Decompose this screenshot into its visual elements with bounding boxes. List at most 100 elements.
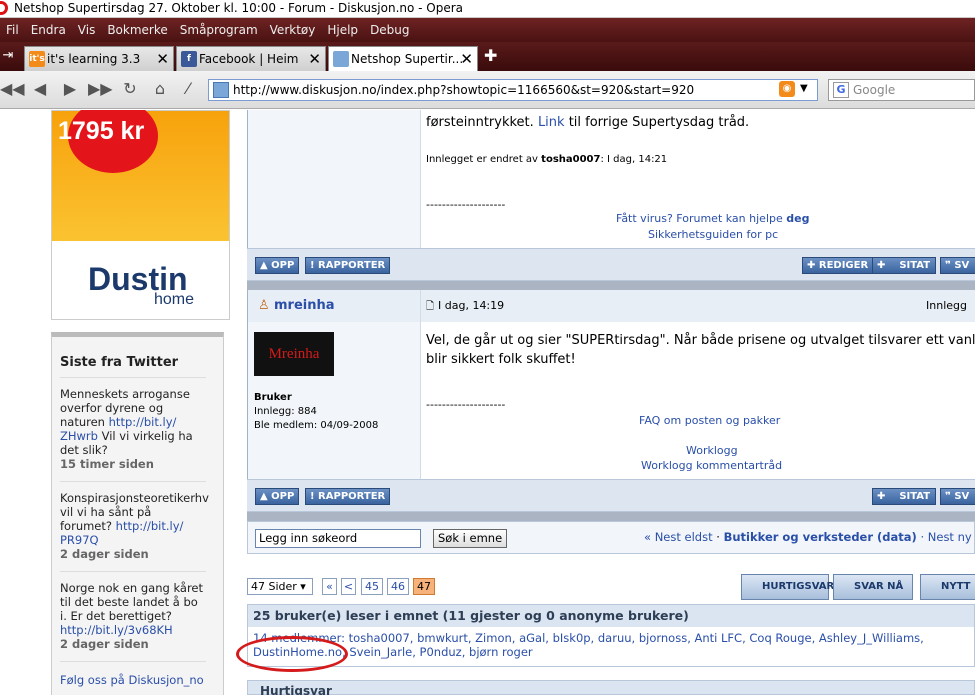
close-tab-icon[interactable]: ✕ bbox=[460, 47, 473, 71]
reply-button[interactable]: ❞ SV bbox=[940, 257, 975, 274]
quick-reply-header: Hurtigsvar bbox=[247, 680, 975, 695]
rewind-icon[interactable]: ◀◀ bbox=[0, 79, 25, 98]
prev-topic-link[interactable]: « Nest eldst bbox=[644, 530, 713, 544]
quick-reply-button[interactable]: HURTIGSVAR bbox=[741, 574, 834, 600]
page-favicon-icon bbox=[213, 82, 229, 98]
search-placeholder: Google bbox=[853, 83, 896, 97]
post2-author[interactable]: mreinha bbox=[274, 298, 335, 313]
post2-button-bar: ▲ OPP ! RAPPORTER ✚ SITAT ❞ SV bbox=[247, 479, 975, 512]
post-separator bbox=[247, 512, 975, 521]
post2-date: I dag, 14:19 bbox=[438, 299, 505, 312]
tweet-time: 2 dager siden bbox=[60, 547, 149, 561]
up-label: OPP bbox=[271, 491, 295, 502]
menu-endra[interactable]: Endra bbox=[25, 23, 72, 37]
rss-feed-icon[interactable]: ◉ bbox=[779, 81, 795, 97]
edit-button[interactable]: ✚ REDIGER bbox=[802, 257, 874, 274]
post2-author-header: ♙ mreinha bbox=[247, 290, 420, 322]
post2-sig-link2[interactable]: Worklogg bbox=[686, 444, 738, 457]
navigation-bar: ◀◀ ◀ ▶ ▶▶ ↻ ⌂ ⁄ http://www.diskusjon.no/… bbox=[0, 71, 975, 109]
tweet-time: 2 dager siden bbox=[60, 637, 149, 651]
tweet-link[interactable]: http://bit.ly/3v68KH bbox=[60, 623, 173, 637]
menu-debug[interactable]: Debug bbox=[364, 23, 415, 37]
new-topic-label: NYTT bbox=[941, 581, 971, 592]
fast-forward-icon[interactable]: ▶▶ bbox=[88, 79, 113, 98]
edited-when: : I dag, 14:21 bbox=[600, 154, 668, 165]
post1-sig-line1[interactable]: Fått virus? Forumet kan hjelpe deg bbox=[616, 212, 809, 225]
menu-fil[interactable]: Fil bbox=[0, 23, 25, 37]
tab-label: Facebook | Heim bbox=[199, 52, 299, 66]
ad-price: 1795 kr bbox=[58, 117, 145, 145]
up-label: OPP bbox=[271, 260, 295, 271]
pages-dropdown[interactable]: 47 Sider ▾ bbox=[247, 578, 313, 595]
reload-icon[interactable]: ↻ bbox=[118, 79, 142, 98]
divider bbox=[60, 377, 206, 378]
menu-smaprogram[interactable]: Småprogram bbox=[174, 23, 264, 37]
page-viewport: 1795 kr Dustin home Siste fra Twitter Me… bbox=[0, 110, 975, 695]
topic-search-input[interactable]: Legg inn søkeord bbox=[255, 529, 421, 548]
forum-link[interactable]: Butikker og verksteder (data) bbox=[724, 530, 917, 544]
post2-avatar[interactable]: Mreinha bbox=[254, 332, 334, 376]
edit-label: REDIGER bbox=[818, 260, 869, 271]
quick-reply-label: HURTIGSVAR bbox=[762, 581, 835, 592]
prev-page-button[interactable]: < bbox=[341, 578, 356, 595]
report-button[interactable]: ! RAPPORTER bbox=[305, 257, 391, 274]
first-page-button[interactable]: « bbox=[322, 578, 337, 595]
twitter-follow-link[interactable]: Følg oss på Diskusjon_no bbox=[60, 673, 206, 687]
search-field[interactable]: G Google bbox=[828, 79, 975, 101]
post1-text-tail: førsteinntrykket. bbox=[426, 115, 534, 130]
address-dropdown-icon[interactable]: ▼ bbox=[800, 83, 808, 94]
tab-its-learning[interactable]: it's it's learning 3.3 ✕ bbox=[24, 46, 174, 71]
post1-body: førsteinntrykket. Link til forrige Super… bbox=[420, 110, 975, 248]
quote-button[interactable]: ✚ SITAT bbox=[872, 488, 936, 505]
up-button[interactable]: ▲ OPP bbox=[255, 257, 300, 274]
back-icon[interactable]: ◀ bbox=[28, 79, 52, 98]
topic-nav: « Nest eldst · Butikker og verksteder (d… bbox=[644, 530, 972, 544]
menu-vis[interactable]: Vis bbox=[72, 23, 102, 37]
tab-netshop[interactable]: Netshop Supertir... ✕ bbox=[328, 46, 478, 71]
menu-verktoy[interactable]: Verktøy bbox=[264, 23, 322, 37]
reply-now-button[interactable]: SVAR NÅ bbox=[833, 574, 913, 600]
report-button[interactable]: ! RAPPORTER bbox=[305, 488, 391, 505]
sig-link-bold[interactable]: deg bbox=[786, 212, 809, 225]
post2-sig-link1[interactable]: FAQ om posten og pakker bbox=[639, 414, 780, 427]
search-topic-button[interactable]: Søk i emne bbox=[433, 529, 508, 548]
close-tab-icon[interactable]: ✕ bbox=[156, 47, 169, 71]
post2-sig-divider: -------------------- bbox=[426, 398, 506, 411]
tweet-time: 15 timer siden bbox=[60, 457, 154, 471]
readers-list-line1[interactable]: 14 medlemmer: tosha0007, bmwkurt, Zimon,… bbox=[253, 631, 924, 645]
up-button[interactable]: ▲ OPP bbox=[255, 488, 300, 505]
menu-bokmerke[interactable]: Bokmerke bbox=[101, 23, 173, 37]
post1-link[interactable]: Link bbox=[538, 115, 565, 130]
home-icon[interactable]: ⌂ bbox=[148, 79, 172, 98]
dustin-ad-banner[interactable]: 1795 kr Dustin home bbox=[51, 110, 230, 320]
page-46-button[interactable]: 46 bbox=[387, 578, 409, 595]
ad-brand-sub: home bbox=[154, 291, 195, 308]
close-tab-icon[interactable]: ✕ bbox=[308, 47, 321, 71]
post1-edited-note: Innlegget er endret av tosha0007: I dag,… bbox=[426, 154, 667, 165]
reply-now-label: SVAR NÅ bbox=[854, 581, 904, 592]
address-field[interactable]: http://www.diskusjon.no/index.php?showto… bbox=[208, 79, 818, 101]
user-icon: ♙ bbox=[258, 298, 270, 313]
ad-top: 1795 kr bbox=[52, 110, 229, 241]
tweet-item: Konspirasjonsteoretikerhv vil vi ha sånt… bbox=[60, 491, 209, 561]
menu-hjelp[interactable]: Hjelp bbox=[321, 23, 364, 37]
page-45-button[interactable]: 45 bbox=[361, 578, 383, 595]
post1-author-column bbox=[247, 110, 420, 248]
sig-link[interactable]: Fått virus? Forumet kan hjelpe bbox=[616, 212, 783, 225]
post2-sig-link3[interactable]: Worklogg kommentartråd bbox=[641, 459, 782, 472]
new-topic-button[interactable]: NYTT bbox=[920, 574, 975, 600]
quote-button[interactable]: ✚ SITAT bbox=[872, 257, 936, 274]
next-topic-link[interactable]: · Nest ny bbox=[920, 530, 971, 544]
reply-label: SV bbox=[954, 491, 970, 502]
tab-label: it's learning 3.3 bbox=[47, 52, 141, 66]
forward-icon[interactable]: ▶ bbox=[58, 79, 82, 98]
tab-facebook[interactable]: f Facebook | Heim ✕ bbox=[176, 46, 326, 71]
wand-icon[interactable]: ⁄ bbox=[176, 79, 200, 98]
post2-body-line2: blir sikkert folk skuffet! bbox=[426, 352, 576, 367]
divider bbox=[60, 481, 206, 482]
follow-link[interactable]: Følg oss på Diskusjon_no bbox=[60, 673, 204, 687]
new-tab-icon[interactable]: ✚ bbox=[484, 46, 497, 65]
reply-button[interactable]: ❞ SV bbox=[940, 488, 975, 505]
tab-panel-toggle-icon[interactable]: ⇥ bbox=[0, 48, 20, 63]
post1-sig-line2[interactable]: Sikkerhetsguiden for pc bbox=[648, 228, 778, 241]
